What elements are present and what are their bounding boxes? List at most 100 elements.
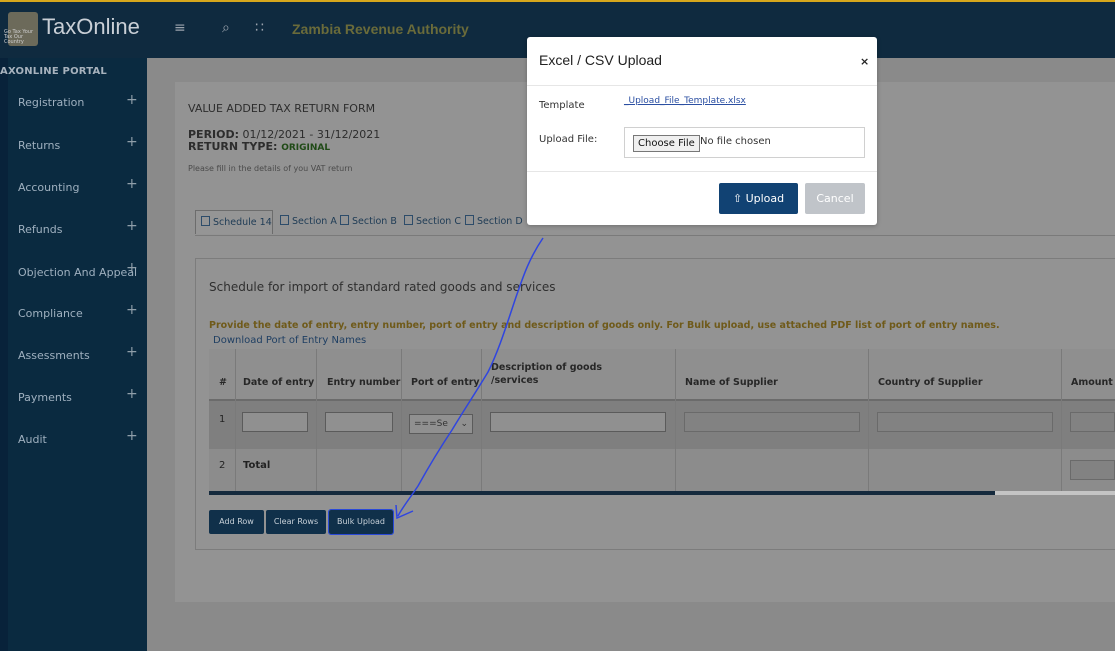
column-divider — [1061, 349, 1062, 491]
clear-rows-button[interactable]: Clear Rows — [266, 510, 326, 534]
bulk-upload-button[interactable]: Bulk Upload — [328, 509, 394, 535]
return-type-line: RETURN TYPE: ORIGINAL — [188, 140, 330, 153]
chevron-down-icon: ⌄ — [460, 419, 468, 429]
sidebar-item-objection-and-appeal[interactable]: Objection And Appeal — [18, 266, 137, 279]
expand-icon[interactable]: + — [126, 302, 138, 318]
modal-divider — [527, 85, 877, 86]
add-row-button[interactable]: Add Row — [209, 510, 264, 534]
modal-divider — [527, 171, 877, 172]
sidebar-item-accounting[interactable]: Accounting — [18, 181, 79, 194]
sidebar-item-assessments[interactable]: Assessments — [18, 349, 90, 362]
document-icon — [404, 215, 413, 225]
cancel-button[interactable]: Cancel — [805, 183, 865, 214]
file-input[interactable]: Choose File No file chosen — [624, 127, 865, 158]
tab-section-d[interactable]: Section D — [465, 210, 523, 234]
expand-icon[interactable]: + — [126, 176, 138, 192]
sidebar-edge — [0, 58, 8, 651]
tab-label: Section A — [292, 216, 337, 227]
upload-button-label: Upload — [745, 192, 785, 205]
app-title: Zambia Revenue Authority — [292, 21, 469, 37]
document-icon — [280, 215, 289, 225]
description-input[interactable] — [490, 412, 666, 432]
col-header-number: # — [219, 377, 227, 388]
choose-file-button[interactable]: Choose File — [633, 135, 700, 152]
tab-schedule-14[interactable]: Schedule 14 — [195, 210, 273, 234]
form-note: Please fill in the details of you VAT re… — [188, 164, 353, 173]
expand-icon[interactable]: + — [126, 428, 138, 444]
horizontal-scrollbar[interactable] — [209, 491, 1115, 495]
document-icon — [340, 215, 349, 225]
tab-label: Section C — [416, 216, 461, 227]
column-divider — [401, 349, 402, 491]
grid-icon[interactable]: ∷ — [255, 20, 264, 36]
column-divider — [868, 349, 869, 491]
col-header-name-of-supplier: Name of Supplier — [685, 377, 778, 388]
excel-csv-upload-modal: Excel / CSV Upload × Template _Upload_Fi… — [527, 37, 877, 225]
port-of-entry-select[interactable]: ===Se ⌄ — [409, 414, 473, 434]
document-icon — [465, 215, 474, 225]
template-download-link[interactable]: _Upload_File_Template.xlsx — [624, 96, 746, 106]
tab-label: Section D — [477, 216, 523, 227]
hamburger-icon[interactable]: ≡ — [174, 20, 186, 36]
expand-icon[interactable]: + — [126, 218, 138, 234]
tab-section-a[interactable]: Section A — [280, 210, 337, 234]
column-divider — [481, 349, 482, 491]
scrollbar-thumb[interactable] — [209, 491, 995, 495]
supplier-country-input — [877, 412, 1053, 432]
brand-name: TaxOnline — [42, 14, 140, 39]
col-header-country-of-supplier: Country of Supplier — [878, 377, 983, 388]
logo-tagline: Go Tax Your Tax Our Country — [4, 29, 34, 45]
upload-icon: ⇧ — [732, 192, 743, 205]
tab-section-b[interactable]: Section B — [340, 210, 397, 234]
sidebar-item-registration[interactable]: Registration — [18, 96, 84, 109]
expand-icon[interactable]: + — [126, 134, 138, 150]
tab-label: Schedule 14 — [213, 217, 272, 228]
row-number: 1 — [219, 414, 226, 425]
col-header-entry-number: Entry number — [327, 377, 401, 388]
sidebar-header: AXONLINE PORTAL — [0, 66, 107, 77]
expand-icon[interactable]: + — [126, 344, 138, 360]
col-header-description-services: /services — [491, 375, 539, 386]
sidebar-item-refunds[interactable]: Refunds — [18, 223, 62, 236]
tab-label: Section B — [352, 216, 397, 227]
supplier-name-input — [684, 412, 860, 432]
amount-input — [1070, 412, 1115, 432]
download-port-names-link[interactable]: Download Port of Entry Names — [213, 335, 366, 346]
no-file-text: No file chosen — [700, 136, 771, 147]
modal-title: Excel / CSV Upload — [539, 52, 662, 68]
col-header-description: Description of goods — [491, 362, 603, 373]
sidebar-item-returns[interactable]: Returns — [18, 139, 60, 152]
table-row — [209, 449, 1115, 491]
col-header-amount: Amount — [1071, 377, 1113, 388]
taxonline-logo[interactable]: Go Tax Your Tax Our Country TaxOnline — [0, 10, 147, 50]
template-label: Template — [539, 100, 585, 111]
schedule-title: Schedule for import of standard rated go… — [209, 280, 556, 294]
select-value: ===Se — [414, 419, 448, 429]
return-type-label: RETURN TYPE: — [188, 140, 278, 153]
search-icon[interactable]: ⌕ — [222, 20, 230, 36]
sidebar-item-payments[interactable]: Payments — [18, 391, 72, 404]
col-header-date-of-entry: Date of entry — [243, 377, 315, 388]
upload-file-label: Upload File: — [539, 134, 598, 145]
column-divider — [675, 349, 676, 491]
close-icon[interactable]: × — [860, 55, 869, 68]
col-header-port-of-entry: Port of entry — [411, 377, 480, 388]
expand-icon[interactable]: + — [126, 386, 138, 402]
sidebar-item-compliance[interactable]: Compliance — [18, 307, 83, 320]
expand-icon[interactable]: + — [126, 260, 138, 276]
total-label: Total — [243, 460, 271, 471]
entry-number-input[interactable] — [325, 412, 393, 432]
total-amount-input — [1070, 460, 1115, 480]
table-header-row — [209, 349, 1115, 401]
row-number: 2 — [219, 460, 226, 471]
column-divider — [235, 349, 236, 491]
sidebar-item-audit[interactable]: Audit — [18, 433, 47, 446]
column-divider — [316, 349, 317, 491]
expand-icon[interactable]: + — [126, 92, 138, 108]
form-title: VALUE ADDED TAX RETURN FORM — [188, 102, 376, 115]
date-of-entry-input[interactable] — [242, 412, 308, 432]
upload-button[interactable]: ⇧ Upload — [719, 183, 798, 214]
tab-section-c[interactable]: Section C — [404, 210, 461, 234]
tab-divider — [195, 235, 1115, 236]
document-icon — [201, 216, 210, 226]
